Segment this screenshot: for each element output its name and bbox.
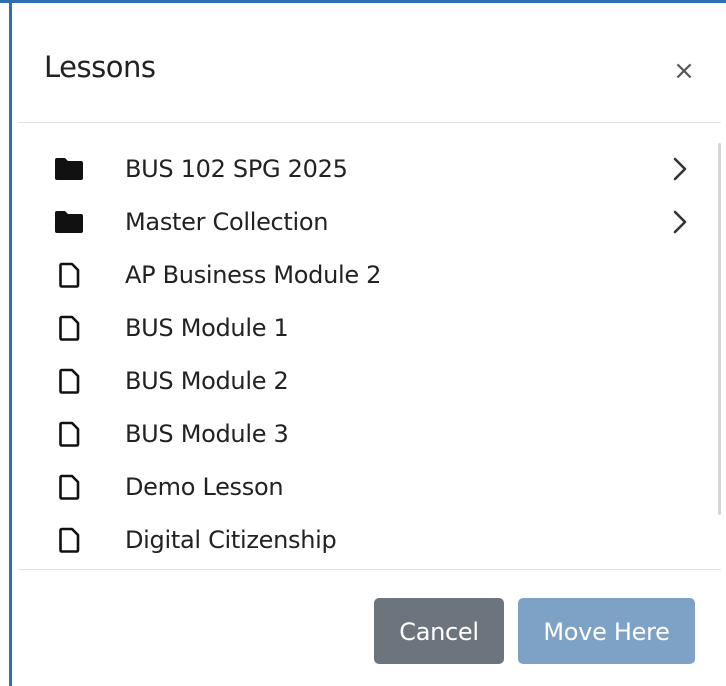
file-icon — [54, 262, 84, 288]
chevron-right-icon[interactable] — [670, 209, 690, 235]
list-item[interactable]: Master Collection — [18, 196, 718, 249]
chevron-right-icon[interactable] — [670, 156, 690, 182]
folder-icon — [54, 209, 84, 235]
dialog-title: Lessons — [44, 50, 156, 84]
move-dialog: Lessons × BUS 102 SPG 2025 Master Collect… — [12, 3, 726, 686]
screen: Lessons × BUS 102 SPG 2025 Master Collect… — [0, 0, 726, 686]
list-item-label: BUS 102 SPG 2025 — [125, 155, 348, 183]
file-icon — [54, 315, 84, 341]
list-item[interactable]: Digital Citizenship — [18, 514, 718, 567]
list-item-label: AP Business Module 2 — [125, 261, 382, 289]
cancel-button[interactable]: Cancel — [374, 598, 504, 664]
close-icon: × — [673, 56, 695, 86]
move-here-button[interactable]: Move Here — [518, 598, 695, 664]
list-item[interactable]: BUS Module 2 — [18, 355, 718, 408]
header-divider — [18, 122, 721, 123]
list-item[interactable]: BUS 102 SPG 2025 — [18, 143, 718, 196]
folder-icon — [54, 156, 84, 182]
file-icon — [54, 527, 84, 553]
list-item-label: Demo Lesson — [125, 473, 284, 501]
list-item-label: BUS Module 3 — [125, 420, 289, 448]
lesson-list: BUS 102 SPG 2025 Master Collection AP Busi… — [18, 143, 718, 567]
list-item-label: Digital Citizenship — [125, 526, 337, 554]
file-icon — [54, 474, 84, 500]
file-icon — [54, 421, 84, 447]
list-item[interactable]: BUS Module 1 — [18, 302, 718, 355]
scrollbar[interactable] — [718, 143, 721, 515]
list-item[interactable]: AP Business Module 2 — [18, 249, 718, 302]
list-item[interactable]: BUS Module 3 — [18, 408, 718, 461]
close-button[interactable]: × — [666, 53, 702, 89]
list-item-label: BUS Module 1 — [125, 314, 289, 342]
list-item-label: Master Collection — [125, 208, 329, 236]
list-item[interactable]: Demo Lesson — [18, 461, 718, 514]
file-icon — [54, 368, 84, 394]
list-item-label: BUS Module 2 — [125, 367, 289, 395]
footer-divider — [18, 569, 721, 570]
